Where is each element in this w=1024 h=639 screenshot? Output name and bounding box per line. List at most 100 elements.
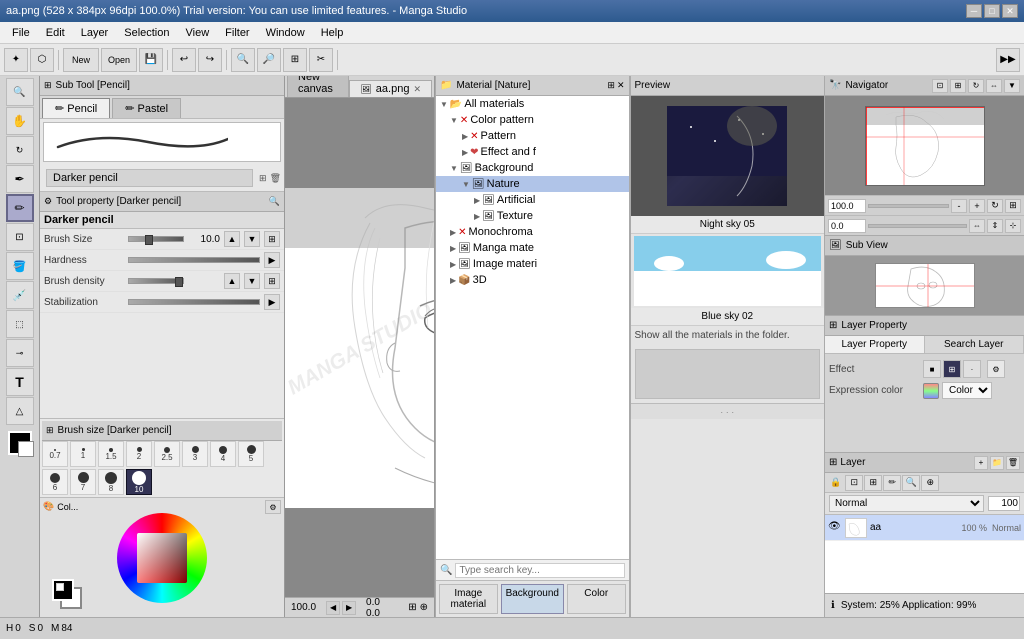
- tool-fill[interactable]: 🪣: [6, 252, 34, 280]
- tool-select[interactable]: ⬚: [6, 310, 34, 338]
- layer-lock-icon[interactable]: 🔒: [827, 476, 844, 489]
- prop-brush-size-slider[interactable]: [128, 236, 184, 242]
- brush-size-5[interactable]: 5: [238, 441, 264, 467]
- menu-window[interactable]: Window: [258, 25, 313, 41]
- nav-zoom-rotate[interactable]: ↻: [987, 199, 1003, 213]
- prop-brush-density-settings[interactable]: ⊞: [264, 273, 280, 289]
- prop-brush-size-inc[interactable]: ▲: [224, 231, 240, 247]
- sub-tab-pencil[interactable]: ✏ Pencil: [42, 98, 110, 118]
- brush-size-4[interactable]: 4: [210, 441, 236, 467]
- filter-background[interactable]: Background: [501, 584, 564, 614]
- layer-folder-icon[interactable]: 📁: [990, 456, 1004, 470]
- sub-tab-pastel[interactable]: ✏ Pastel: [112, 98, 181, 118]
- layer-tool-2[interactable]: ⊞: [864, 475, 882, 491]
- layer-item-aa[interactable]: 👁 aa 100 % Normal: [825, 515, 1024, 541]
- effect-grid-icon[interactable]: ⊞: [943, 360, 961, 378]
- tool-prop-search-icon[interactable]: 🔍: [269, 196, 280, 207]
- prop-brush-density-inc[interactable]: ▲: [224, 273, 240, 289]
- brush-size-7[interactable]: 7: [70, 469, 96, 495]
- tree-pattern[interactable]: ▶ ✕ Pattern: [436, 128, 629, 144]
- color-wheel-inner[interactable]: [137, 533, 187, 583]
- toolbar-btn-1[interactable]: ✦: [4, 48, 28, 72]
- layer-tool-4[interactable]: 🔍: [902, 475, 920, 491]
- nav-flip-v[interactable]: ⇕: [987, 219, 1003, 233]
- tool-eyedrop[interactable]: 💉: [6, 281, 34, 309]
- nav-zoom-fit-btn[interactable]: ⊞: [950, 79, 966, 93]
- material-search-input[interactable]: [455, 563, 624, 578]
- lp-tab-property[interactable]: Layer Property: [825, 336, 925, 353]
- nav-reset-btn[interactable]: ⊹: [1005, 219, 1021, 233]
- toolbar-btn-nav-right[interactable]: ▶▶: [996, 48, 1020, 72]
- brush-size-3[interactable]: 3: [182, 441, 208, 467]
- brush-size-1.5[interactable]: 1.5: [98, 441, 124, 467]
- tree-nature[interactable]: ▼ 🖼 Nature: [436, 176, 629, 192]
- toolbar-btn-zoom-out[interactable]: 🔎: [257, 48, 281, 72]
- layer-delete-icon[interactable]: 🗑: [1006, 456, 1020, 470]
- menu-edit[interactable]: Edit: [38, 25, 73, 41]
- prop-brush-size-dec[interactable]: ▼: [244, 231, 260, 247]
- layer-new-icon[interactable]: +: [974, 456, 988, 470]
- tree-all-materials[interactable]: ▼ 📂 All materials: [436, 96, 629, 112]
- minimize-button[interactable]: ─: [966, 4, 982, 18]
- nav-rotate-btn[interactable]: ↻: [968, 79, 984, 93]
- tool-zoom[interactable]: 🔍: [6, 78, 34, 106]
- toolbar-btn-redo[interactable]: ↪: [198, 48, 222, 72]
- layer-visibility-icon[interactable]: 👁: [828, 521, 842, 535]
- material-preview-image1[interactable]: [631, 96, 824, 216]
- grid-icon[interactable]: ⊞: [408, 602, 416, 613]
- nav-zoom-input2[interactable]: [828, 219, 866, 233]
- nav-more-btn[interactable]: ▼: [1004, 79, 1020, 93]
- maximize-button[interactable]: □: [984, 4, 1000, 18]
- window-controls[interactable]: ─ □ ✕: [966, 4, 1018, 18]
- prop-stabilization-slider[interactable]: [128, 299, 260, 305]
- brush-size-1[interactable]: 1: [70, 441, 96, 467]
- canvas-nav-right[interactable]: ▶: [342, 601, 356, 615]
- tree-artificial[interactable]: ▶ 🖼 Artificial: [436, 192, 629, 208]
- prop-stabilization-settings[interactable]: ▶: [264, 294, 280, 310]
- canvas-viewport[interactable]: MANGA STUDIO: [285, 98, 434, 597]
- fg-color-swatch[interactable]: [52, 579, 74, 601]
- toolbar-btn-transform[interactable]: ⊞: [283, 48, 307, 72]
- tree-image-mat[interactable]: ▶ 🖼 Image materi: [436, 256, 629, 272]
- color-settings-btn[interactable]: ⚙: [265, 500, 281, 514]
- toolbar-btn-undo[interactable]: ↩: [172, 48, 196, 72]
- layer-tool-3[interactable]: ✏: [883, 475, 901, 491]
- opacity-input[interactable]: [988, 496, 1020, 511]
- layer-tool-1[interactable]: ⊡: [845, 475, 863, 491]
- lp-tab-search[interactable]: Search Layer: [925, 336, 1024, 353]
- nav-flip-btn[interactable]: ⇔: [986, 79, 1002, 93]
- toolbar-btn-open[interactable]: Open: [101, 48, 137, 72]
- effect-dots-icon[interactable]: ·: [963, 360, 981, 378]
- menu-help[interactable]: Help: [313, 25, 352, 41]
- canvas-tab-new[interactable]: New canvas: [287, 76, 349, 97]
- close-button[interactable]: ✕: [1002, 4, 1018, 18]
- brush-size-2.5[interactable]: 2.5: [154, 441, 180, 467]
- tool-pan[interactable]: ✋: [6, 107, 34, 135]
- tree-texture[interactable]: ▶ 🖼 Texture: [436, 208, 629, 224]
- nav-zoom-minus[interactable]: -: [951, 199, 967, 213]
- brush-delete-icon[interactable]: 🗑: [270, 173, 281, 184]
- toolbar-btn-2[interactable]: ⬡: [30, 48, 54, 72]
- effect-settings-btn[interactable]: ⚙: [987, 360, 1005, 378]
- prop-hardness-settings[interactable]: ▶: [264, 252, 280, 268]
- material-view-btn[interactable]: ⊞: [607, 80, 615, 91]
- tool-shape[interactable]: △: [6, 397, 34, 425]
- effect-none-icon[interactable]: ■: [923, 360, 941, 378]
- brush-size-0.7[interactable]: 0.7: [42, 441, 68, 467]
- nav-flip-h[interactable]: ⇔: [969, 219, 985, 233]
- expression-color-select[interactable]: Color: [942, 382, 992, 399]
- material-preview-image2[interactable]: [634, 236, 821, 306]
- menu-view[interactable]: View: [178, 25, 218, 41]
- tree-color-pattern[interactable]: ▼ ✕ Color pattern: [436, 112, 629, 128]
- brush-size-2[interactable]: 2: [126, 441, 152, 467]
- brush-options-icon[interactable]: ⊞: [259, 173, 267, 184]
- menu-filter[interactable]: Filter: [217, 25, 257, 41]
- tool-pen[interactable]: ✒: [6, 165, 34, 193]
- color-wheel[interactable]: [117, 513, 207, 603]
- brush-size-10[interactable]: 10: [126, 469, 152, 495]
- snap-icon[interactable]: ⊕: [420, 602, 428, 613]
- prop-brush-density-slider[interactable]: [128, 278, 184, 284]
- nav-zoom-slider1[interactable]: [868, 204, 949, 208]
- toolbar-btn-crop[interactable]: ✂: [309, 48, 333, 72]
- material-close-btn[interactable]: ✕: [617, 80, 625, 91]
